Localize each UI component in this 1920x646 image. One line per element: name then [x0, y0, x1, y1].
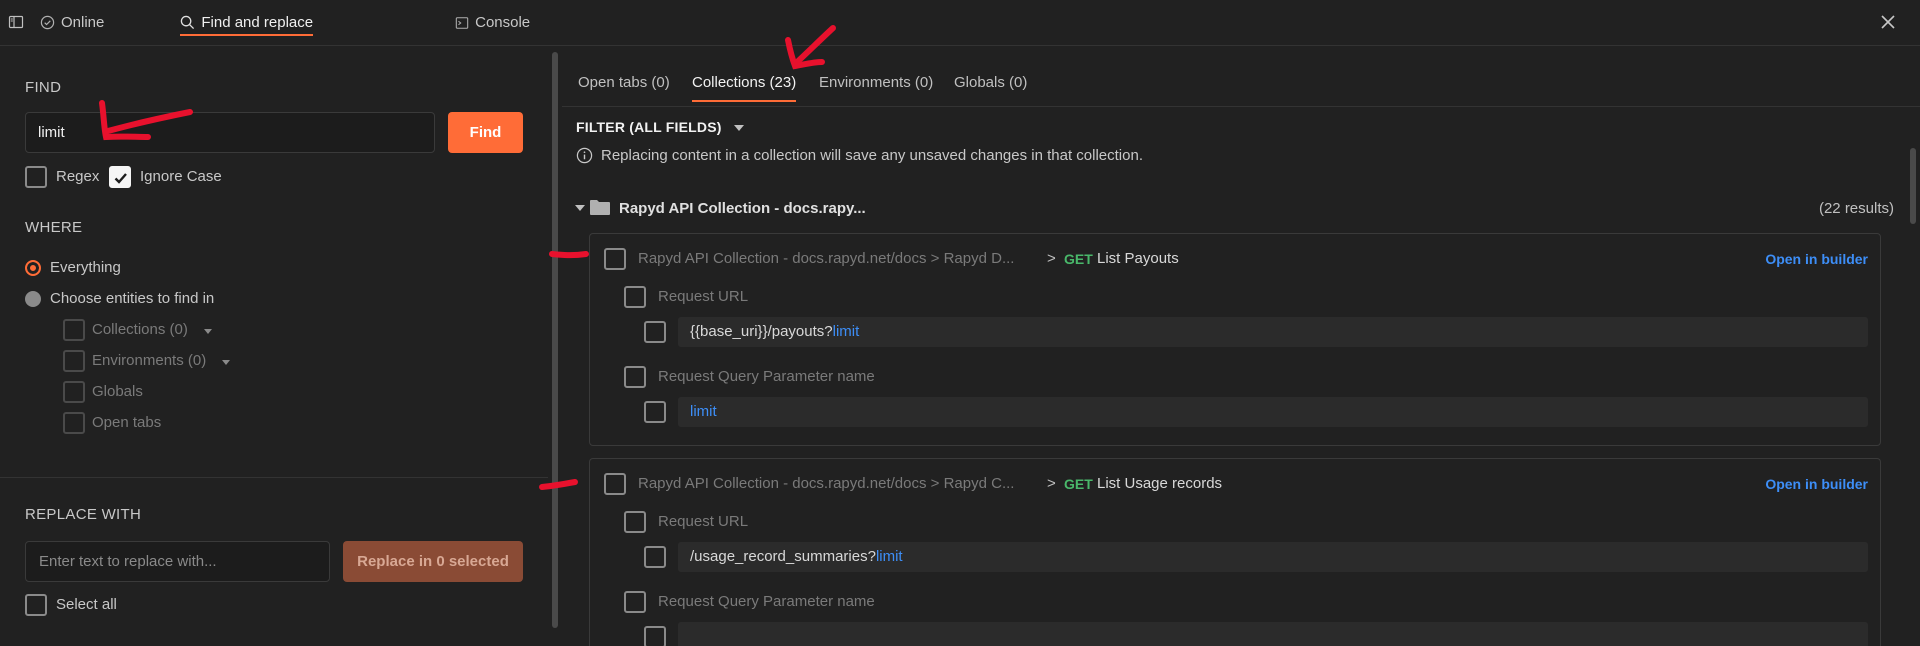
- info-text: Replacing content in a collection will s…: [601, 147, 1143, 164]
- regex-label: Regex: [56, 168, 100, 185]
- field-checkbox[interactable]: [624, 511, 646, 533]
- replace-selected-button[interactable]: Replace in 0 selected: [343, 541, 523, 582]
- result-card: Rapyd API Collection - docs.rapyd.net/do…: [589, 458, 1881, 646]
- field-label: Request Query Parameter name: [658, 368, 875, 385]
- ignore-case-checkbox[interactable]: [109, 166, 131, 188]
- match-value: limit: [678, 397, 1868, 427]
- field-checkbox[interactable]: [624, 591, 646, 613]
- open-tabs-checkbox: [63, 412, 85, 434]
- info-icon: [576, 147, 593, 164]
- path-separator: >: [1047, 475, 1056, 492]
- tab-find-and-replace[interactable]: Find and replace: [180, 0, 313, 46]
- select-all-checkbox[interactable]: [25, 594, 47, 616]
- result-checkbox[interactable]: [604, 473, 626, 495]
- match-value: [678, 622, 1868, 646]
- top-bar: Online Find and replace Console: [0, 0, 1920, 46]
- find-heading: FIND: [25, 79, 62, 96]
- globals-checkbox: [63, 381, 85, 403]
- find-panel: FIND Find Regex Ignore Case WHERE Everyt…: [0, 47, 548, 646]
- method-badge: GET: [1064, 476, 1093, 492]
- request-name: List Payouts: [1097, 250, 1179, 267]
- open-in-builder-link[interactable]: Open in builder: [1765, 476, 1868, 492]
- results-panel: Open tabs (0) Collections (23) Environme…: [562, 47, 1920, 646]
- everything-label: Everything: [50, 259, 121, 276]
- collapse-caret-icon[interactable]: [575, 205, 585, 211]
- tab-collections[interactable]: Collections (23): [692, 74, 797, 102]
- search-icon: [181, 15, 195, 30]
- find-input[interactable]: [25, 112, 435, 153]
- environments-checkbox: [63, 350, 85, 372]
- tab-open-tabs[interactable]: Open tabs (0): [578, 74, 670, 91]
- replace-heading: REPLACE WITH: [25, 506, 142, 523]
- match-highlight: limit: [832, 323, 860, 340]
- tab-console[interactable]: Console: [455, 0, 530, 46]
- result-path: Rapyd API Collection - docs.rapyd.net/do…: [638, 250, 1015, 267]
- where-heading: WHERE: [25, 219, 83, 236]
- match-checkbox[interactable]: [644, 546, 666, 568]
- environments-entity-label: Environments (0): [92, 352, 207, 369]
- online-label: Online: [61, 14, 105, 31]
- tab-environments[interactable]: Environments (0): [819, 74, 933, 91]
- globals-entity-label: Globals: [92, 383, 143, 400]
- open-in-builder-link[interactable]: Open in builder: [1765, 251, 1868, 267]
- filter-dropdown[interactable]: FILTER (ALL FIELDS): [576, 119, 722, 135]
- choose-entities-label: Choose entities to find in: [50, 290, 215, 307]
- find-button[interactable]: Find: [448, 112, 523, 153]
- collections-entity-label: Collections (0): [92, 321, 188, 338]
- everything-radio[interactable]: [25, 260, 41, 276]
- result-path: Rapyd API Collection - docs.rapyd.net/do…: [638, 475, 1015, 492]
- result-card: Rapyd API Collection - docs.rapyd.net/do…: [589, 233, 1881, 446]
- regex-checkbox[interactable]: [25, 166, 47, 188]
- folder-icon: [589, 198, 611, 220]
- collections-checkbox: [63, 319, 85, 341]
- field-checkbox[interactable]: [624, 286, 646, 308]
- close-icon[interactable]: [1878, 12, 1898, 32]
- field-label: Request Query Parameter name: [658, 593, 875, 610]
- match-checkbox[interactable]: [644, 626, 666, 646]
- collection-group-header[interactable]: Rapyd API Collection - docs.rapy... (22 …: [572, 197, 1894, 221]
- online-status-button[interactable]: Online: [40, 0, 104, 46]
- choose-entities-radio[interactable]: [25, 291, 41, 307]
- select-all-label: Select all: [56, 596, 117, 613]
- results-scrollbar[interactable]: [1910, 148, 1916, 224]
- match-value: /usage_record_summaries?limit: [678, 542, 1868, 572]
- match-checkbox[interactable]: [644, 321, 666, 343]
- find-and-replace-label: Find and replace: [201, 14, 314, 31]
- results-tabs: Open tabs (0) Collections (23) Environme…: [562, 47, 1920, 107]
- info-message: Replacing content in a collection will s…: [576, 147, 1143, 164]
- collection-name: Rapyd API Collection - docs.rapy...: [619, 200, 866, 217]
- request-name: List Usage records: [1097, 475, 1223, 492]
- replace-input[interactable]: [25, 541, 330, 582]
- filter-caret-icon[interactable]: [734, 125, 744, 131]
- environments-dropdown-icon: [222, 360, 230, 365]
- panel-resize-handle[interactable]: [552, 52, 558, 628]
- open-tabs-entity-label: Open tabs: [92, 414, 162, 431]
- collection-result-count: (22 results): [1818, 200, 1894, 217]
- checkmark-icon: [114, 173, 127, 184]
- ignore-case-label: Ignore Case: [140, 168, 222, 185]
- match-checkbox[interactable]: [644, 401, 666, 423]
- field-label: Request URL: [658, 288, 749, 305]
- match-highlight: limit: [690, 403, 717, 420]
- field-label: Request URL: [658, 513, 749, 530]
- console-icon: [455, 16, 469, 29]
- check-circle-icon: [40, 15, 55, 30]
- panel-divider: [0, 477, 548, 478]
- path-separator: >: [1047, 250, 1056, 267]
- match-highlight: limit: [875, 548, 903, 565]
- tab-globals[interactable]: Globals (0): [954, 74, 1027, 91]
- toggle-sidebar-icon[interactable]: [8, 14, 24, 30]
- field-checkbox[interactable]: [624, 366, 646, 388]
- console-label: Console: [475, 14, 531, 31]
- match-value: {{base_uri}}/payouts?limit: [678, 317, 1868, 347]
- match-prefix: /usage_record_summaries?: [690, 548, 876, 565]
- match-prefix: {{base_uri}}/payouts?: [690, 323, 833, 340]
- method-badge: GET: [1064, 251, 1093, 267]
- result-checkbox[interactable]: [604, 248, 626, 270]
- collections-dropdown-icon: [204, 329, 212, 334]
